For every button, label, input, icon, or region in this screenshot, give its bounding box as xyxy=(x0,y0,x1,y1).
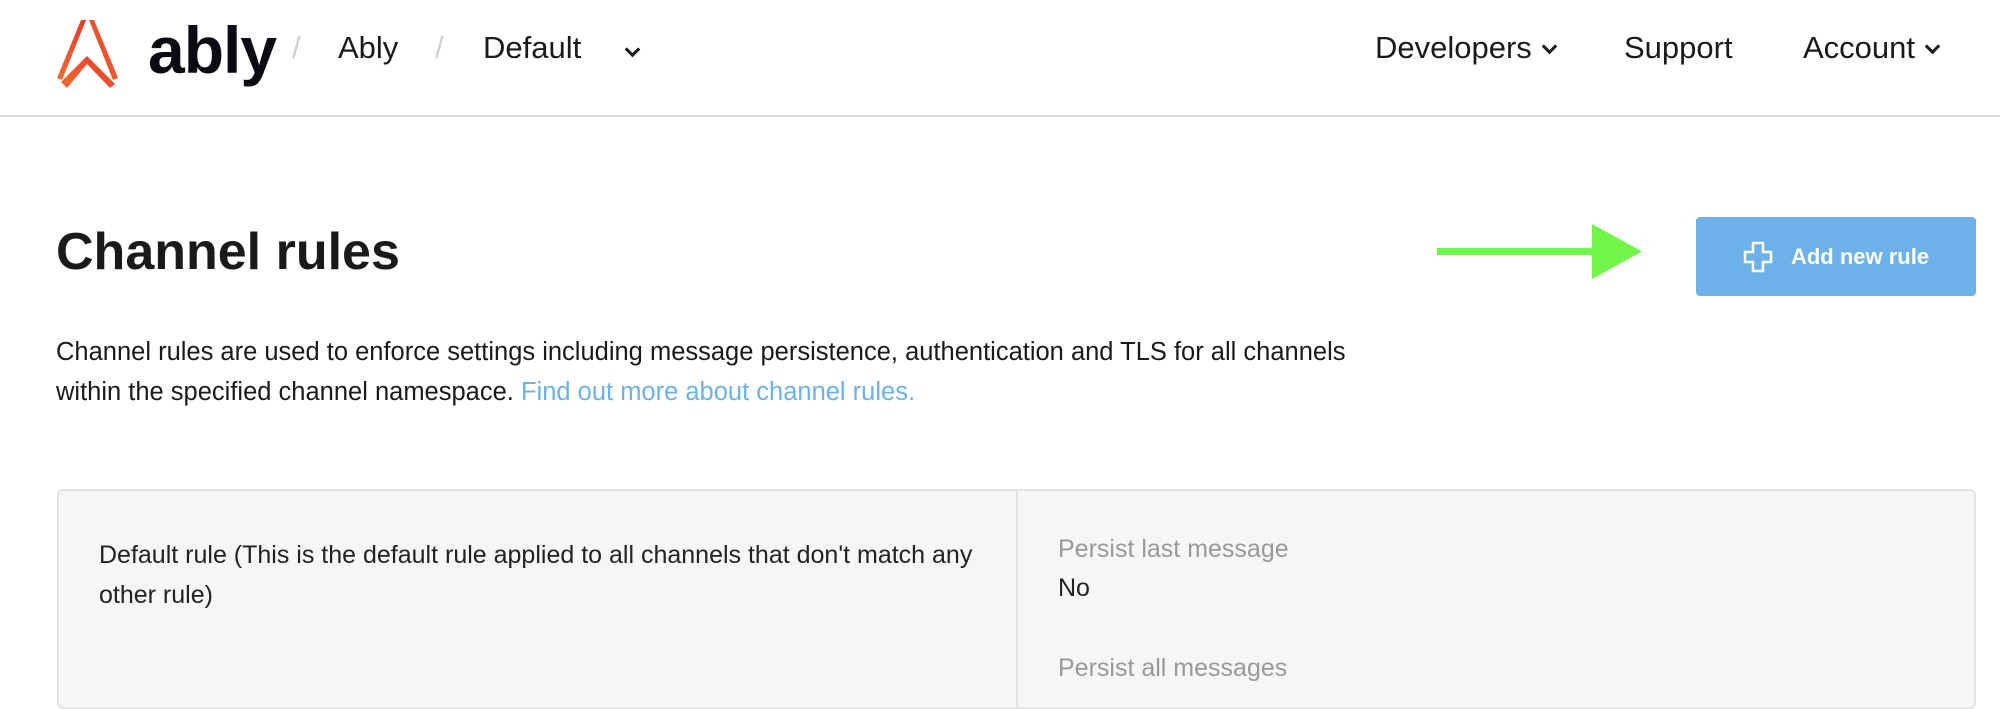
top-header: ably / Ably / Default Developers Support… xyxy=(0,0,2000,117)
nav-support[interactable]: Support xyxy=(1624,30,1733,66)
default-rule-card: Default rule (This is the default rule a… xyxy=(57,489,1976,709)
learn-more-link[interactable]: Find out more about channel rules. xyxy=(521,378,915,406)
setting-value: No xyxy=(1058,574,1090,602)
nav-developers[interactable]: Developers xyxy=(1375,30,1558,66)
nav-account[interactable]: Account xyxy=(1803,30,1941,66)
app-chevron-down-icon[interactable] xyxy=(624,41,641,58)
chevron-down-icon xyxy=(1924,38,1941,55)
nav-developers-label: Developers xyxy=(1375,30,1532,65)
column-divider xyxy=(1016,491,1018,707)
breadcrumb-account[interactable]: Ably xyxy=(338,30,398,66)
logo-text: ably xyxy=(148,13,277,87)
annotation-arrow-icon xyxy=(1437,224,1642,279)
setting-label: Persist last message xyxy=(1058,535,1289,563)
nav-account-label: Account xyxy=(1803,30,1916,65)
breadcrumb-app[interactable]: Default xyxy=(483,30,581,66)
setting-label: Persist all messages xyxy=(1058,654,1288,682)
rule-name: Default rule (This is the default rule a… xyxy=(99,541,973,609)
plus-icon xyxy=(1743,241,1773,272)
add-new-rule-label: Add new rule xyxy=(1790,243,1930,269)
add-new-rule-button[interactable]: Add new rule xyxy=(1696,217,1976,296)
breadcrumb-separator: / xyxy=(435,30,444,65)
page-title: Channel rules xyxy=(56,223,400,281)
chevron-down-icon xyxy=(1541,38,1558,55)
ably-logo[interactable]: ably xyxy=(55,13,285,90)
page-description: Channel rules are used to enforce settin… xyxy=(56,332,1356,412)
nav-support-label: Support xyxy=(1624,30,1733,65)
breadcrumb-separator: / xyxy=(292,30,301,65)
